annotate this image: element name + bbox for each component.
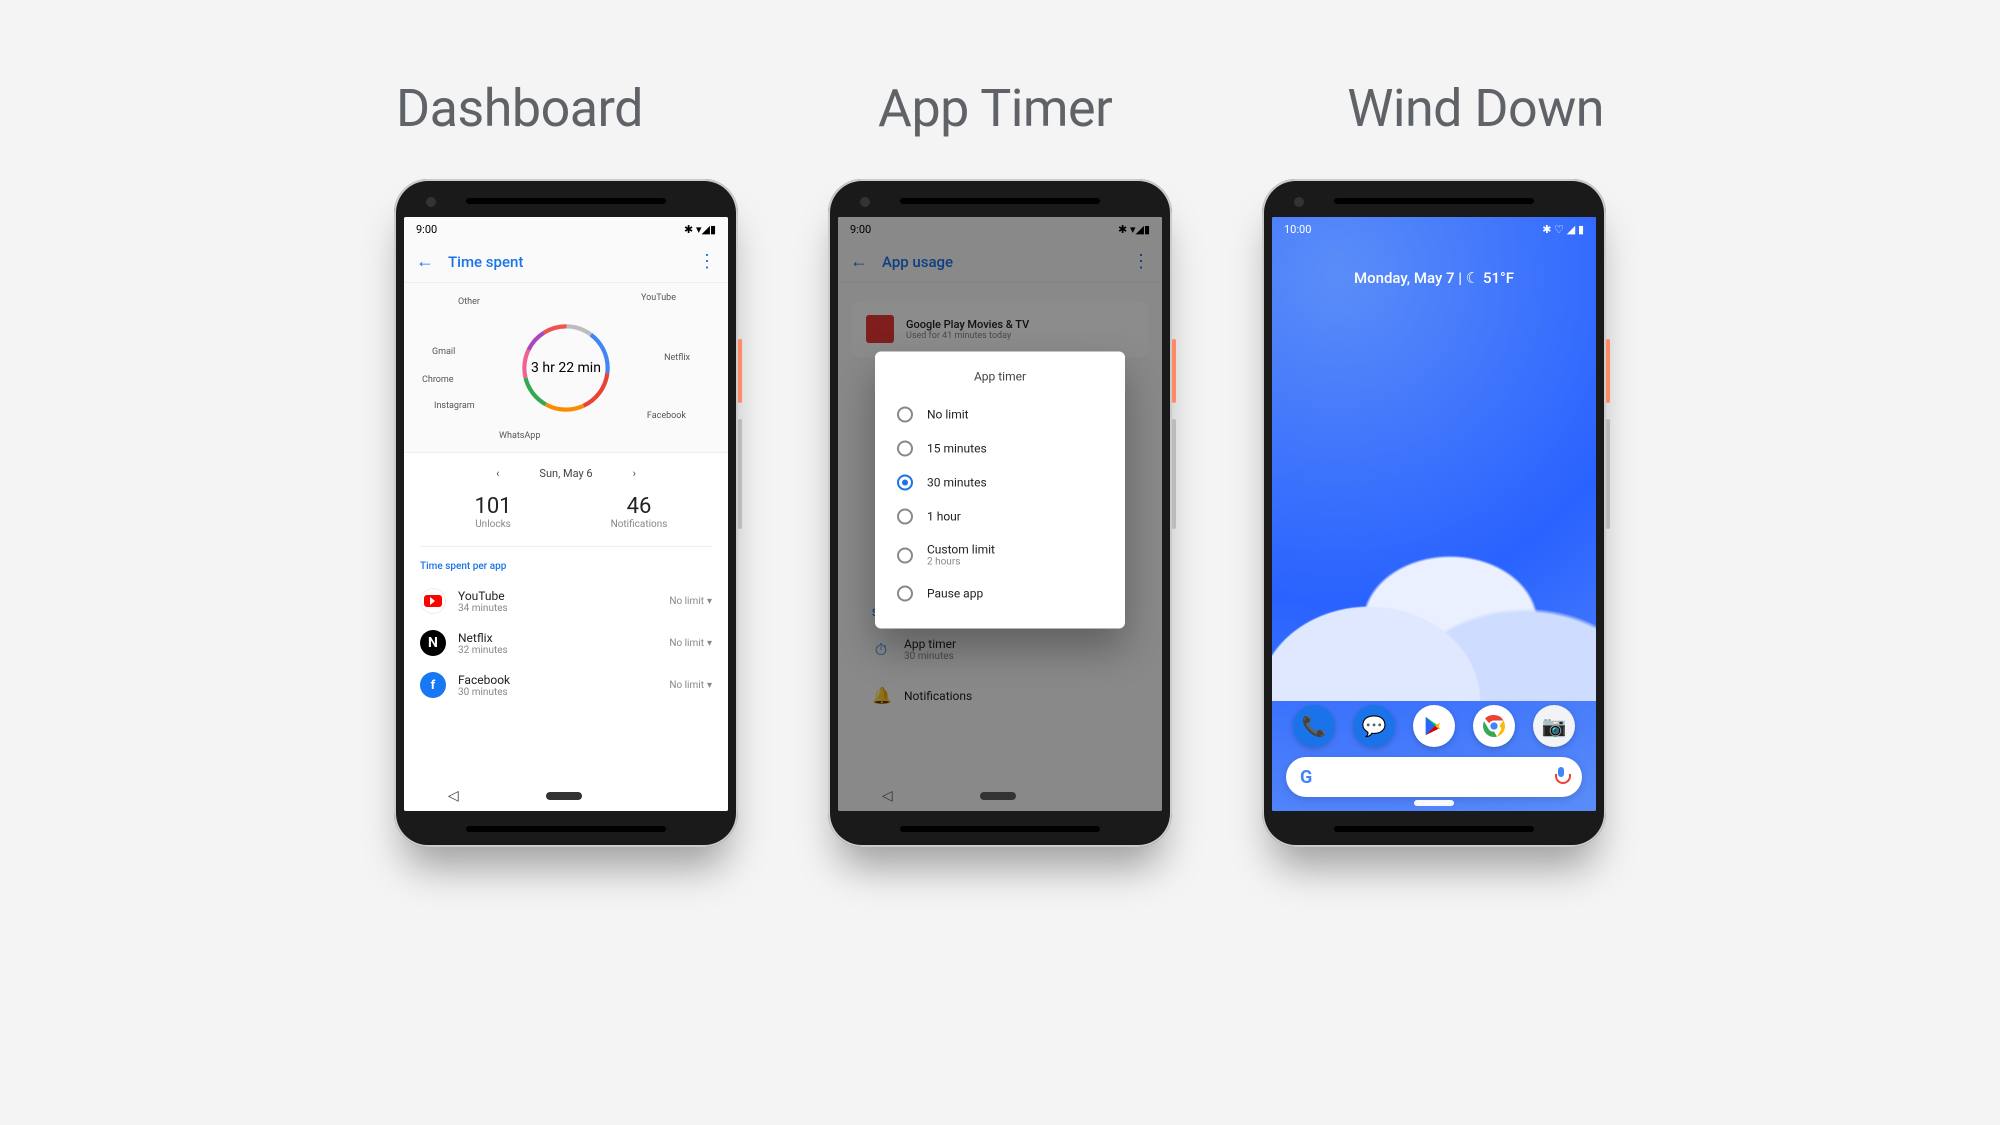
- limit-dropdown[interactable]: No limit ▾: [669, 596, 712, 607]
- home-screen[interactable]: 10:00 ✱ ♡ ◢ ▮ Monday, May 7 | ☾ 51°F 📞 💬…: [1272, 217, 1596, 811]
- radio-pause[interactable]: Pause app: [875, 577, 1125, 611]
- status-icons: ✱ ♡ ◢ ▮: [1542, 223, 1584, 236]
- status-time: 10:00: [1284, 223, 1311, 236]
- date-selector: ‹ Sun, May 6 ›: [404, 453, 728, 484]
- playstore-app-icon[interactable]: [1413, 705, 1455, 747]
- app-bar: ← Time spent ⋮: [404, 241, 728, 283]
- stat-unlocks: 101 Unlocks: [420, 494, 566, 530]
- wallpaper-clouds: [1272, 441, 1596, 701]
- radio-30min[interactable]: 30 minutes: [875, 466, 1125, 500]
- status-icons: ✱ ▾◢▮: [684, 223, 716, 236]
- chart-label-other: Other: [458, 297, 480, 307]
- status-time: 9:00: [416, 223, 437, 236]
- radio-custom[interactable]: Custom limit 2 hours: [875, 534, 1125, 577]
- chart-label-whatsapp: WhatsApp: [499, 431, 540, 441]
- chart-label-youtube: YouTube: [641, 293, 676, 303]
- nav-bar: ◁: [404, 781, 728, 811]
- phone-dashboard: 9:00 ✱ ▾◢▮ ← Time spent ⋮: [394, 179, 738, 847]
- stat-notifications: 46 Notifications: [566, 494, 712, 530]
- home-date-widget[interactable]: Monday, May 7 | ☾ 51°F: [1272, 269, 1596, 287]
- title-winddown: Wind Down: [1347, 78, 1604, 139]
- title-apptimer: App Timer: [878, 78, 1112, 139]
- date-next-button[interactable]: ›: [633, 467, 636, 480]
- apptimer-dialog: App timer No limit 15 minutes 30 minutes…: [875, 352, 1125, 629]
- limit-dropdown[interactable]: No limit ▾: [669, 638, 712, 649]
- date-label: Sun, May 6: [539, 467, 592, 480]
- limit-dropdown[interactable]: No limit ▾: [669, 680, 712, 691]
- chrome-app-icon[interactable]: [1473, 705, 1515, 747]
- nav-back-button[interactable]: ◁: [882, 788, 893, 804]
- google-logo-icon: G: [1300, 767, 1312, 788]
- camera-app-icon[interactable]: 📷: [1533, 705, 1575, 747]
- youtube-icon: [420, 588, 446, 614]
- netflix-icon: N: [420, 630, 446, 656]
- radio-icon-selected: [897, 475, 913, 491]
- phone-app-icon[interactable]: 📞: [1293, 705, 1335, 747]
- chart-label-facebook: Facebook: [647, 411, 686, 421]
- radio-nolimit[interactable]: No limit: [875, 398, 1125, 432]
- app-row-netflix[interactable]: N Netflix 32 minutes No limit ▾: [404, 622, 728, 664]
- radio-icon: [897, 547, 913, 563]
- phone-winddown: 10:00 ✱ ♡ ◢ ▮ Monday, May 7 | ☾ 51°F 📞 💬…: [1262, 179, 1606, 847]
- nav-bar: ◁: [838, 781, 1162, 811]
- chart-label-chrome: Chrome: [422, 375, 454, 385]
- back-button[interactable]: ←: [416, 251, 434, 272]
- radio-1hour[interactable]: 1 hour: [875, 500, 1125, 534]
- usage-donut-chart: 3 hr 22 min Other YouTube Netflix Facebo…: [404, 283, 728, 453]
- nav-home-button[interactable]: [1414, 800, 1454, 806]
- radio-icon: [897, 441, 913, 457]
- radio-icon: [897, 586, 913, 602]
- radio-icon: [897, 509, 913, 525]
- radio-15min[interactable]: 15 minutes: [875, 432, 1125, 466]
- nav-home-button[interactable]: [980, 792, 1016, 800]
- section-apps: Time spent per app: [404, 547, 728, 580]
- app-row-youtube[interactable]: YouTube 34 minutes No limit ▾: [404, 580, 728, 622]
- nav-back-button[interactable]: ◁: [448, 788, 459, 804]
- nav-home-button[interactable]: [546, 792, 582, 800]
- messages-app-icon[interactable]: 💬: [1353, 705, 1395, 747]
- app-row-facebook[interactable]: f Facebook 30 minutes No limit ▾: [404, 664, 728, 706]
- chart-label-instagram: Instagram: [434, 401, 475, 411]
- donut-total: 3 hr 22 min: [531, 360, 601, 376]
- google-search-bar[interactable]: G: [1286, 757, 1582, 797]
- radio-icon: [897, 407, 913, 423]
- facebook-icon: f: [420, 672, 446, 698]
- chart-label-netflix: Netflix: [664, 353, 690, 363]
- title-dashboard: Dashboard: [396, 78, 643, 139]
- status-bar: 9:00 ✱ ▾◢▮: [404, 217, 728, 241]
- date-prev-button[interactable]: ‹: [496, 467, 499, 480]
- chart-label-gmail: Gmail: [432, 347, 455, 357]
- mic-icon[interactable]: [1554, 767, 1568, 787]
- dialog-title: App timer: [875, 370, 1125, 384]
- page-title: Time spent: [448, 253, 684, 271]
- status-bar: 10:00 ✱ ♡ ◢ ▮: [1272, 217, 1596, 241]
- phone-apptimer: 9:00 ✱ ▾◢▮ ← App usage ⋮ Google Play Mov…: [828, 179, 1172, 847]
- app-dock: 📞 💬 📷: [1272, 705, 1596, 747]
- overflow-menu[interactable]: ⋮: [698, 251, 716, 272]
- feature-titles: Dashboard App Timer Wind Down: [0, 0, 2000, 139]
